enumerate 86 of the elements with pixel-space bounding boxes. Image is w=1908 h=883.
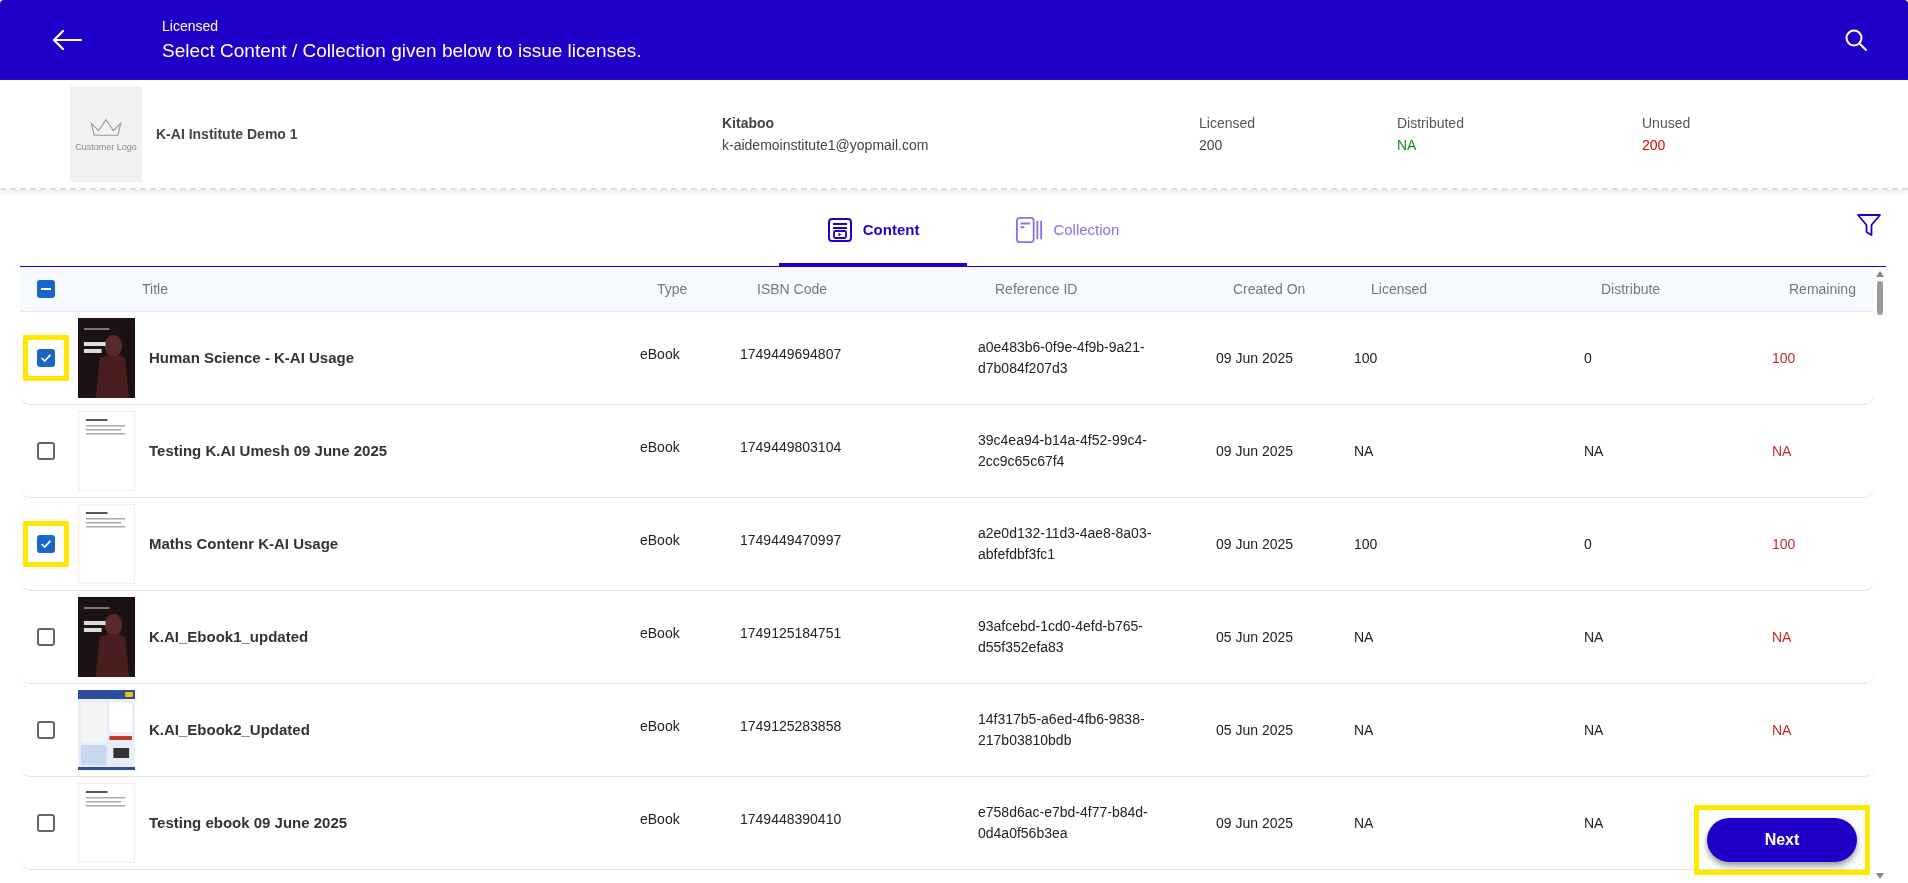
column-header: Distribute — [1601, 281, 1662, 297]
table-row[interactable]: K.AI_Ebook2_Updated eBook 1749125283858 14f317b5-a6ed-4fb6-9838-217b03810bdb 05 Jun 2025 NA NA NA — [20, 684, 1874, 777]
date-cell-text: 09 Jun 2025 — [1216, 534, 1295, 554]
date-cell-text: 05 Jun 2025 — [1216, 720, 1295, 740]
type-cell-text: eBook — [640, 716, 681, 736]
stat-label: Unused — [1642, 115, 1692, 131]
logo-caption: Customer Logo — [75, 142, 137, 152]
column-header: Remaining — [1789, 281, 1857, 297]
column-header: ISBN Code — [757, 281, 829, 297]
column-header: Licensed — [1371, 281, 1429, 297]
institute-name: K-AI Institute Demo 1 — [156, 126, 299, 142]
type-cell-text: eBook — [640, 344, 681, 364]
distribute-cell-text: NA — [1584, 813, 1605, 833]
date-cell-text: 09 Jun 2025 — [1216, 813, 1295, 833]
type-cell-text: eBook — [640, 530, 681, 550]
distribute-cell-text: 0 — [1584, 348, 1593, 368]
type-cell-text: eBook — [640, 437, 681, 457]
title-cell-text: Human Science - K-AI Usage — [148, 348, 356, 368]
institute-email: k-aidemoinstitute1@yopmail.com — [722, 137, 930, 153]
date-cell-text: 05 Jun 2025 — [1216, 627, 1295, 647]
date-cell-text: 09 Jun 2025 — [1216, 348, 1295, 368]
distribute-cell-text: 0 — [1584, 534, 1593, 554]
scrollbar-thumb[interactable] — [1877, 281, 1883, 315]
isbn-cell-text: 1749448390410 — [740, 809, 843, 829]
table-row[interactable]: K.AI_Ebook1_updated eBook 1749125184751 93afcebd-1cd0-4efd-b765-d55f352efa83 05 Jun 2025 NA NA NA — [20, 591, 1874, 684]
organization-name: Kitaboo — [722, 115, 776, 131]
reference-id-cell-text: 93afcebd-1cd0-4efd-b765-d55f352efa83 — [978, 617, 1144, 657]
licensed-cell-text: NA — [1354, 627, 1375, 647]
column-header: Reference ID — [995, 281, 1079, 297]
remaining-cell-text: NA — [1772, 627, 1793, 647]
table-row[interactable]: Human Science - K-AI Usage eBook 1749449694807 a0e483b6-0f9e-4f9b-9a21-d7b084f207d3 09 Jun 2025 100 0 100 — [20, 312, 1874, 405]
remaining-cell-text: NA — [1772, 441, 1793, 461]
distribute-cell-text: NA — [1584, 441, 1605, 461]
title-cell-text: Testing ebook 09 June 2025 — [148, 813, 349, 833]
filter-icon[interactable] — [1856, 212, 1882, 238]
type-cell-text: eBook — [640, 809, 681, 829]
checkbox[interactable] — [23, 521, 69, 567]
remaining-cell-text: 100 — [1772, 348, 1797, 368]
stat-value: 200 — [1199, 137, 1224, 153]
licensed-cell-text: NA — [1354, 441, 1375, 461]
title-cell-text: Testing K.AI Umesh 09 June 2025 — [148, 441, 389, 461]
isbn-cell-text: 1749449694807 — [740, 344, 843, 364]
stat-value: 200 — [1642, 137, 1667, 153]
licensed-cell-text: NA — [1354, 720, 1375, 740]
reference-id-cell-text: 14f317b5-a6ed-4fb6-9838-217b03810bdb — [978, 710, 1146, 750]
column-header: Created On — [1233, 281, 1307, 297]
next-button[interactable]: Next — [1707, 818, 1857, 862]
column-header: Title — [141, 281, 169, 297]
stat-label: Licensed — [1199, 115, 1257, 131]
reference-id-cell-text: a0e483b6-0f9e-4f9b-9a21-d7b084f207d3 — [978, 338, 1146, 378]
column-header: Type — [657, 281, 689, 297]
table-row[interactable]: Maths Contenr K-AI Usage eBook 1749449470997 a2e0d132-11d3-4ae8-8a03-abfefdbf3fc1 09 Jun 2025 100 0 100 — [20, 498, 1874, 591]
licensed-cell-text: 100 — [1354, 348, 1379, 368]
header-title: Select Content / Collection given below to issue licenses. — [162, 40, 643, 62]
stat-label: Distributed — [1397, 115, 1465, 131]
title-cell-text: K.AI_Ebook2_Updated — [148, 720, 311, 740]
reference-id-cell-text: 39c4ea94-b14a-4f52-99c4-2cc9c65c67f4 — [978, 431, 1148, 471]
remaining-cell-text: 100 — [1772, 534, 1797, 554]
stat-value: NA — [1397, 137, 1418, 153]
distribute-cell-text: NA — [1584, 627, 1605, 647]
header-subtitle: Licensed — [162, 18, 220, 34]
remaining-cell-text: NA — [1772, 720, 1793, 740]
back-arrow-icon[interactable] — [52, 30, 82, 50]
isbn-cell-text: 1749125184751 — [740, 623, 843, 643]
type-cell-text: eBook — [640, 623, 681, 643]
crown-icon — [87, 116, 125, 138]
content-icon — [826, 216, 853, 243]
select-all-checkbox[interactable] — [37, 280, 55, 298]
licensed-cell-text: NA — [1354, 813, 1375, 833]
title-cell-text: Maths Contenr K-AI Usage — [148, 534, 340, 554]
distribute-cell-text: NA — [1584, 720, 1605, 740]
scroll-up-icon[interactable] — [1876, 271, 1884, 277]
title-cell-text: K.AI_Ebook1_updated — [148, 627, 310, 647]
collection-icon — [1015, 215, 1044, 244]
checkbox[interactable] — [23, 335, 69, 381]
isbn-cell-text: 1749449803104 — [740, 437, 843, 457]
licensed-cell-text: 100 — [1354, 534, 1379, 554]
reference-id-cell-text: a2e0d132-11d3-4ae8-8a03-abfefdbf3fc1 — [978, 524, 1153, 564]
isbn-cell-text: 1749125283858 — [740, 716, 843, 736]
isbn-cell-text: 1749449470997 — [740, 530, 843, 550]
tab[interactable]: Collection — [967, 196, 1168, 266]
table-row[interactable]: Testing K.AI Umesh 09 June 2025 eBook 1749449803104 39c4ea94-b14a-4f52-99c4-2cc9c65c67f4 09 Jun 2025 NA NA NA — [20, 405, 1874, 498]
date-cell-text: 09 Jun 2025 — [1216, 441, 1295, 461]
scroll-down-icon[interactable] — [1876, 873, 1884, 879]
search-icon[interactable] — [1844, 28, 1868, 52]
reference-id-cell-text: e758d6ac-e7bd-4f77-b84d-0d4a0f56b3ea — [978, 803, 1149, 843]
